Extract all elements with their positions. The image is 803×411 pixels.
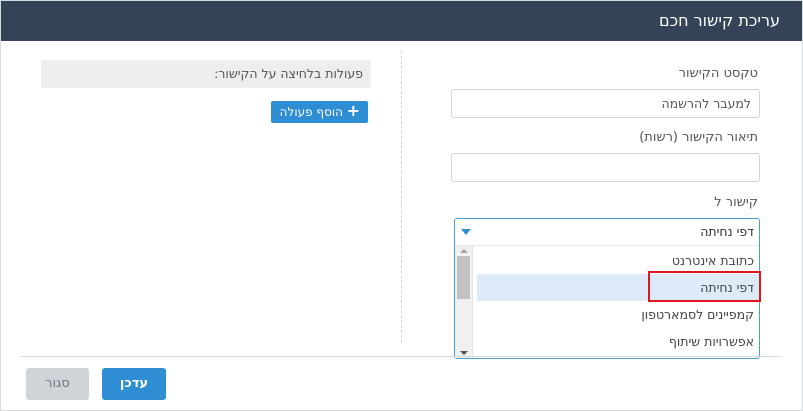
add-action-button[interactable]: + הוסף פעולה bbox=[271, 101, 368, 123]
option-smartphone-campaigns[interactable]: קמפיינים לסמארטפון bbox=[477, 301, 759, 328]
scroll-thumb[interactable] bbox=[457, 256, 470, 299]
smart-link-dialog: עריכת קישור חכם טקסט הקישור למעבר להרשמה… bbox=[0, 0, 803, 411]
click-actions-title: פעולות בלחיצה על הקישור: bbox=[214, 66, 363, 81]
plus-icon: + bbox=[346, 101, 360, 120]
scroll-up-icon[interactable] bbox=[460, 249, 468, 253]
close-button[interactable]: סגור bbox=[26, 368, 89, 400]
update-button[interactable]: עדכן bbox=[102, 368, 166, 400]
footer-divider bbox=[21, 356, 781, 357]
link-to-label: קישור ל bbox=[714, 195, 758, 210]
scroll-down-icon[interactable] bbox=[460, 351, 468, 355]
add-action-label: הוסף פעולה bbox=[279, 105, 343, 119]
link-to-select-head[interactable]: דפי נחיתה bbox=[455, 219, 759, 246]
link-to-selected-value: דפי נחיתה bbox=[700, 224, 754, 239]
highlight-box bbox=[648, 271, 761, 302]
click-actions-header: פעולות בלחיצה על הקישור: bbox=[41, 60, 371, 88]
link-text-input[interactable]: למעבר להרשמה bbox=[451, 89, 760, 118]
link-form: טקסט הקישור למעבר להרשמה תיאור הקישור (ר… bbox=[450, 41, 760, 359]
chevron-down-icon[interactable] bbox=[461, 229, 471, 235]
option-web-address[interactable]: כתובת אינטרנט bbox=[477, 247, 759, 274]
column-divider bbox=[401, 51, 402, 343]
link-description-label: תיאור הקישור (רשות) bbox=[639, 130, 758, 145]
dialog-title: עריכת קישור חכם bbox=[659, 11, 780, 30]
option-share-options[interactable]: אפשרויות שיתוף bbox=[477, 328, 759, 354]
dialog-titlebar: עריכת קישור חכם bbox=[1, 1, 802, 41]
options-scrollbar[interactable] bbox=[455, 246, 473, 358]
link-description-input[interactable] bbox=[451, 153, 760, 182]
link-text-label: טקסט הקישור bbox=[678, 66, 758, 81]
